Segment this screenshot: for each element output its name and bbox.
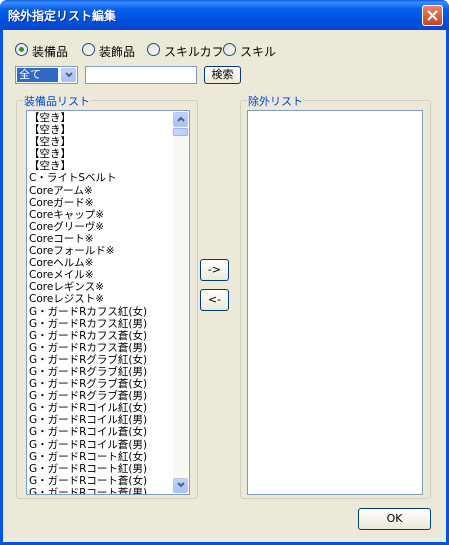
equipment-listbox[interactable]: 【空き】 【空き】 【空き】 【空き】 【空き】 C・ライトSベルト Coreアーム※ Cor… (26, 110, 190, 495)
remove-from-exclusion-button[interactable]: <- (200, 289, 229, 311)
scroll-down-button[interactable] (173, 478, 188, 493)
exclusion-list-label: 除外リスト (247, 93, 304, 109)
radio-label: 装飾品 (99, 45, 136, 59)
radio-label: スキルカフ (164, 45, 224, 59)
window-title: 除外指定リスト編集 (8, 9, 117, 23)
title-bar[interactable]: 除外指定リスト編集 (0, 0, 449, 30)
list-item[interactable]: Coreキャップ※ (28, 209, 172, 221)
list-item[interactable]: G・ガードRカフス蒼(女) (28, 330, 172, 342)
ok-button[interactable]: OK (358, 508, 431, 530)
equipment-list-label: 装備品リスト (23, 93, 91, 109)
list-item[interactable]: 【空き】 (28, 160, 172, 172)
list-item[interactable]: Coreレギンス※ (28, 281, 172, 293)
radio-label: 装備品 (32, 45, 69, 59)
close-button[interactable] (422, 5, 443, 26)
list-item[interactable]: G・ガードRコート蒼(男) (28, 487, 172, 494)
list-item[interactable]: Coreレジスト※ (28, 293, 172, 305)
exclusion-list-group: 除外リスト (240, 93, 431, 499)
list-item[interactable]: G・ガードRコート紅(男) (28, 463, 172, 475)
vertical-scrollbar[interactable] (173, 112, 188, 493)
radio-indicator (82, 43, 95, 56)
list-item[interactable]: Coreヘルム※ (28, 257, 172, 269)
list-item[interactable]: Coreガード※ (28, 197, 172, 209)
list-item[interactable]: 【空き】 (28, 136, 172, 148)
list-item[interactable]: G・ガードRコイル蒼(女) (28, 426, 172, 438)
exclusion-listbox[interactable] (247, 110, 423, 495)
list-item[interactable]: 【空き】 (28, 148, 172, 160)
list-item[interactable]: G・ガードRコイル紅(男) (28, 414, 172, 426)
list-item[interactable]: Coreアーム※ (28, 185, 172, 197)
list-item[interactable]: G・ガードRグラブ紅(男) (28, 366, 172, 378)
close-icon (427, 10, 438, 21)
list-item[interactable]: G・ガードRコート紅(女) (28, 451, 172, 463)
list-item[interactable]: Coreフォールド※ (28, 245, 172, 257)
list-item[interactable]: G・ガードRグラブ紅(女) (28, 354, 172, 366)
combo-dropdown-button[interactable] (61, 68, 76, 82)
dialog-client: 装備品 装飾品 スキルカフ スキル 全て 検索 装備品リスト 【空き】 【空き】… (3, 30, 446, 542)
list-item[interactable]: G・ガードRコイル紅(女) (28, 402, 172, 414)
add-to-exclusion-button[interactable]: -> (200, 259, 229, 281)
list-item[interactable]: G・ガードRコイル蒼(男) (28, 439, 172, 451)
list-item[interactable]: G・ガードRコート蒼(女) (28, 475, 172, 487)
list-item[interactable]: G・ガードRカフス紅(女) (28, 306, 172, 318)
radio-label: スキル (240, 45, 277, 59)
list-item[interactable]: G・ガードRグラブ蒼(女) (28, 378, 172, 390)
equipment-list-items: 【空き】 【空き】 【空き】 【空き】 【空き】 C・ライトSベルト Coreアーム※ Cor… (28, 112, 172, 494)
chevron-down-icon (65, 72, 73, 78)
list-item[interactable]: Coreグリーヴ※ (28, 221, 172, 233)
list-item[interactable]: Coreコート※ (28, 233, 172, 245)
search-button[interactable]: 検索 (204, 66, 241, 84)
search-input[interactable] (85, 66, 197, 84)
list-item[interactable]: 【空き】 (28, 112, 172, 124)
dialog-window: 除外指定リスト編集 装備品 装飾品 スキルカフ スキル 全て 検索 装備品リスト… (0, 0, 449, 545)
radio-indicator (223, 43, 236, 56)
equipment-list-group: 装備品リスト 【空き】 【空き】 【空き】 【空き】 【空き】 C・ライトSベルト Core… (16, 93, 198, 499)
filter-combo[interactable]: 全て (15, 66, 78, 84)
list-item[interactable]: G・ガードRカフス蒼(男) (28, 342, 172, 354)
filter-combo-value: 全て (17, 68, 58, 82)
list-item[interactable]: C・ライトSベルト (28, 172, 172, 184)
scroll-thumb[interactable] (173, 128, 188, 136)
chevron-down-icon (177, 482, 185, 488)
scroll-up-button[interactable] (173, 112, 188, 127)
radio-indicator (15, 43, 28, 56)
list-item[interactable]: Coreメイル※ (28, 269, 172, 281)
list-item[interactable]: 【空き】 (28, 124, 172, 136)
list-item[interactable]: G・ガードRグラブ蒼(男) (28, 390, 172, 402)
list-item[interactable]: G・ガードRカフス紅(男) (28, 318, 172, 330)
chevron-up-icon (177, 116, 185, 122)
radio-indicator (147, 43, 160, 56)
